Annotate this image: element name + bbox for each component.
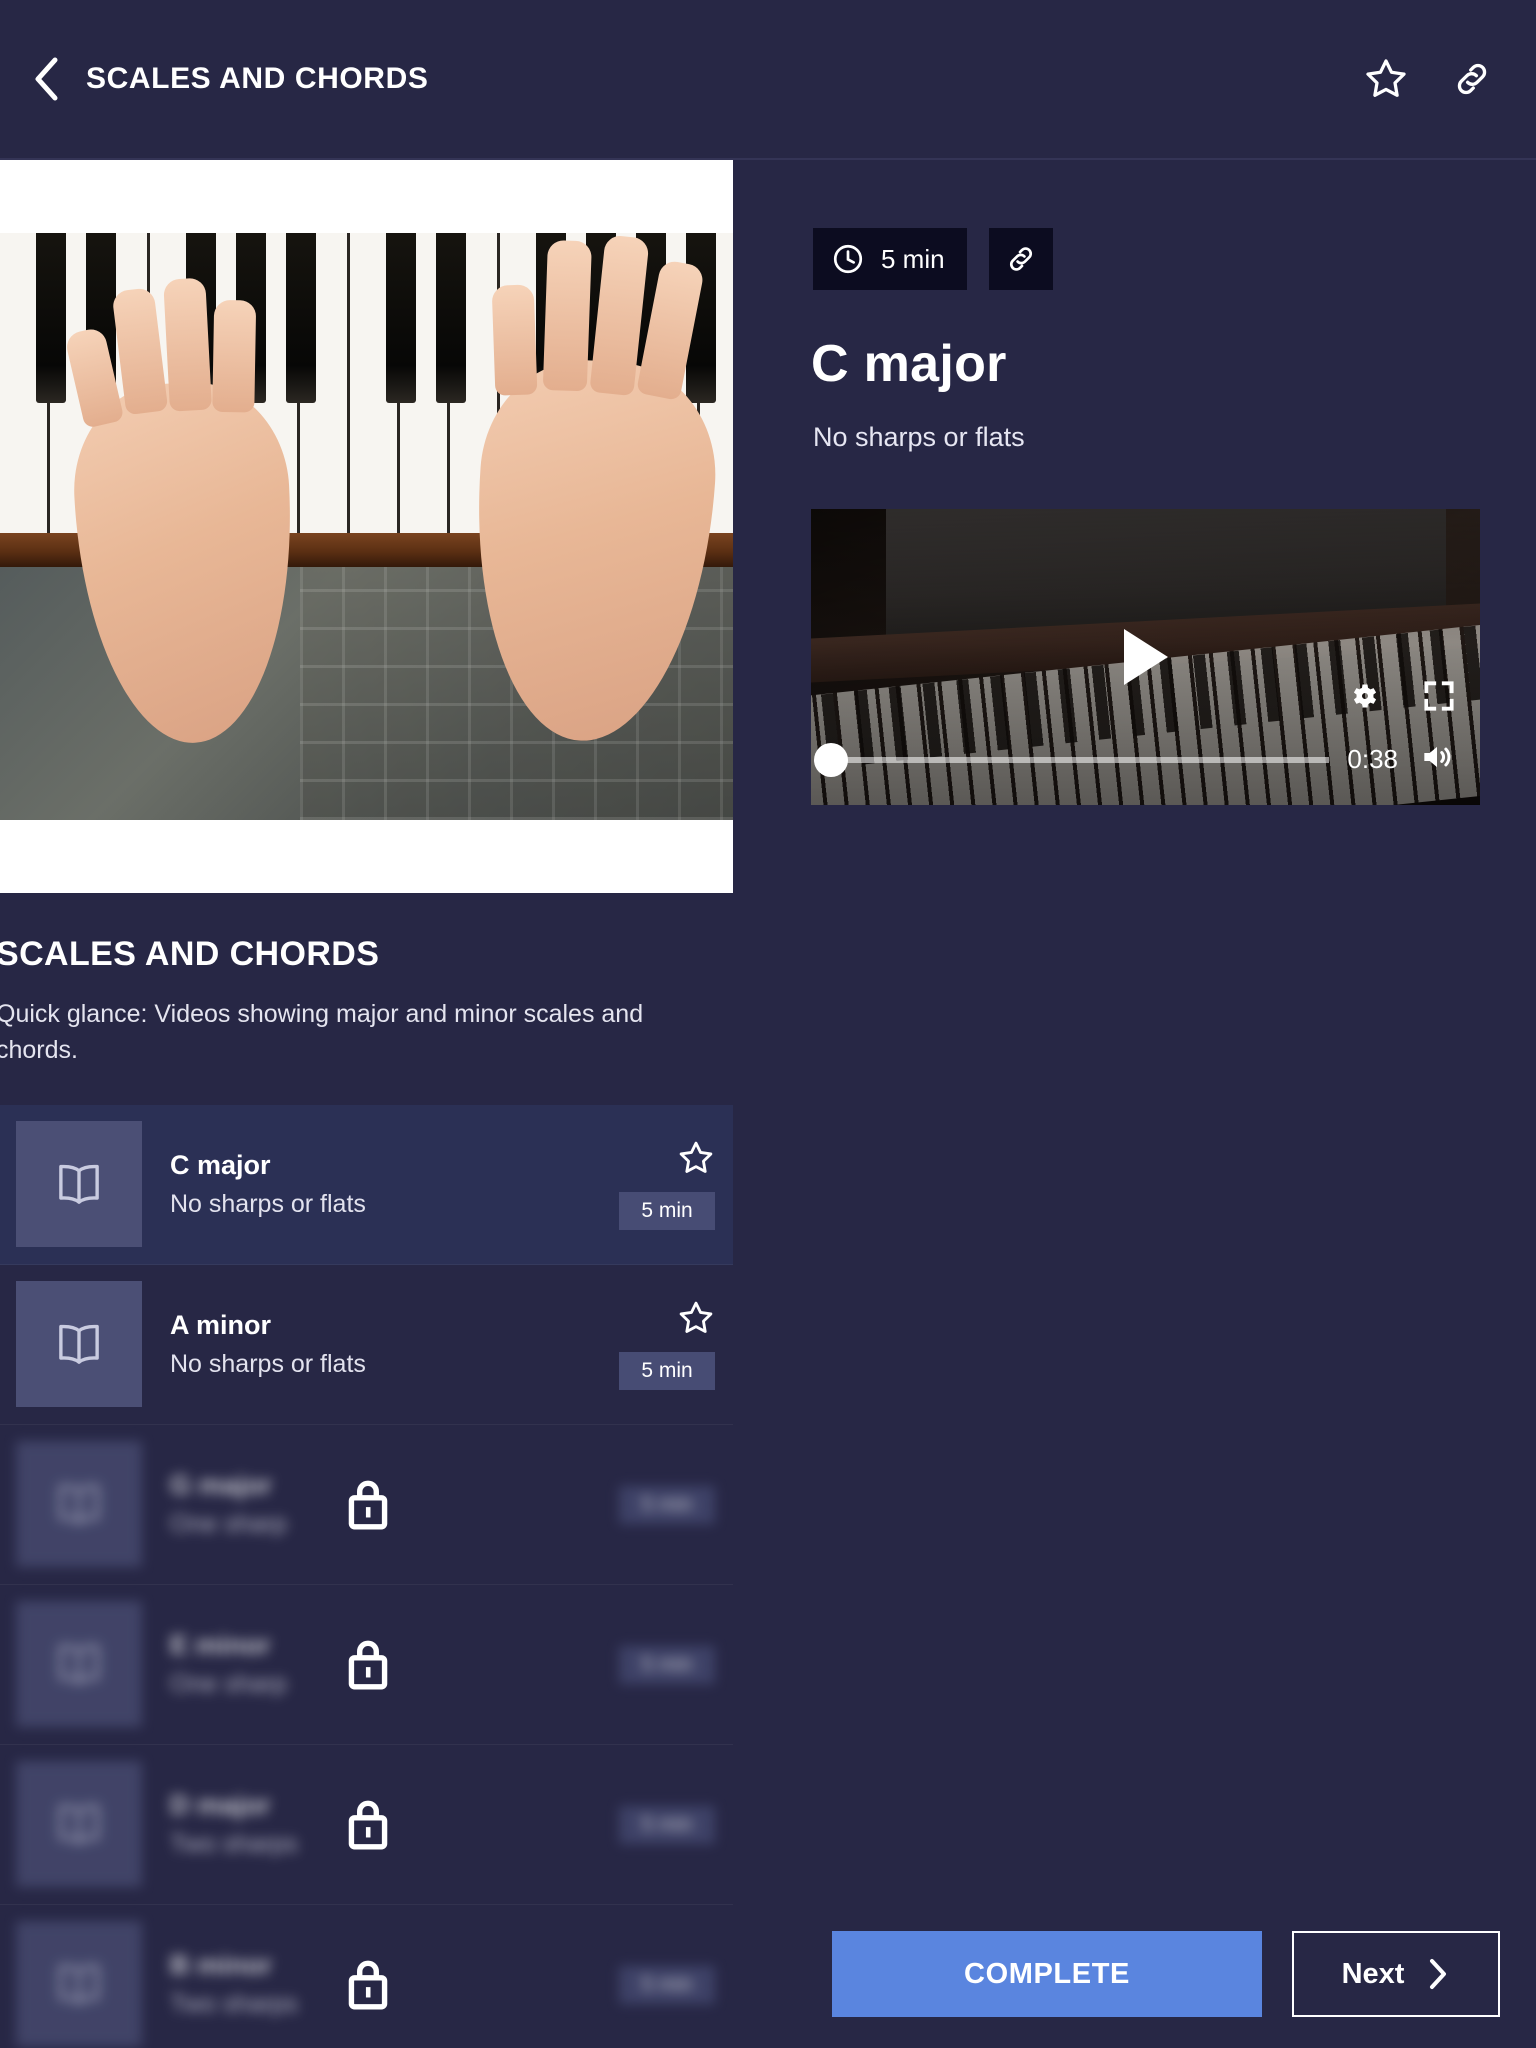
lesson-meta: 5 min [619,1105,715,1265]
list-item[interactable]: C major No sharps or flats 5 min [0,1104,733,1265]
lesson-meta: 5 min [619,1425,715,1585]
volume-icon [1424,746,1451,768]
footer-actions: COMPLETE Next [733,1900,1536,2048]
star-icon [679,1301,713,1333]
video-controls-top [1346,677,1458,720]
fullscreen-icon [1424,681,1454,711]
book-icon [59,1644,99,1684]
lesson-list: C major No sharps or flats 5 min A minor… [0,1104,733,2048]
duration-chip: 5 min [813,228,967,290]
clock-icon [833,244,863,274]
book-icon [59,1964,99,2004]
book-icon [59,1804,99,1844]
video-progress-handle[interactable] [814,742,848,777]
lesson-thumbnail [16,1121,142,1247]
duration-chip-label: 5 min [881,243,945,274]
complete-button[interactable]: COMPLETE [832,1931,1262,2017]
lock-icon [348,1480,388,1530]
piano-hands-photo [0,233,733,820]
lock-icon [348,1640,388,1690]
lesson-meta: 5 min [619,1265,715,1425]
lesson-thumbnail [16,1281,142,1407]
play-icon[interactable] [1123,629,1168,685]
top-app-bar: SCALES AND CHORDS [0,0,1536,160]
lock-icon [348,1800,388,1850]
lesson-favorite-button[interactable] [677,1139,715,1182]
lesson-meta: 5 min [619,1585,715,1745]
duration-badge: 5 min [619,1645,715,1684]
copy-link-button[interactable] [988,228,1053,290]
lock-indicator [340,1953,396,2015]
duration-badge: 5 min [619,1965,715,2004]
lesson-thumbnail [16,1441,142,1567]
duration-badge: 5 min [619,1192,715,1230]
list-item-locked[interactable]: D major Two sharps 5 min [0,1745,733,1905]
video-time: 0:38 [1347,744,1398,774]
duration-badge: 5 min [619,1352,715,1390]
hero-image [0,160,733,893]
chevron-left-icon [35,57,58,101]
book-icon [59,1324,99,1364]
lock-indicator [340,1473,396,1535]
lesson-favorite-button[interactable] [677,1299,715,1342]
link-icon [1009,247,1032,271]
top-bar-actions [1358,51,1500,107]
right-detail-column: 5 min C major No sharps or flats 0:38 CO… [733,160,1536,2048]
gear-icon [1353,684,1377,708]
list-item-locked[interactable]: B minor Two sharps 5 min [0,1905,733,2048]
lesson-thumbnail [16,1601,142,1727]
list-item-locked[interactable]: G major One sharp 5 min [0,1425,733,1585]
section-description: Quick glance: Videos showing major and m… [0,1000,644,1065]
share-link-button[interactable] [1444,51,1500,107]
video-settings-button[interactable] [1346,677,1384,720]
lesson-meta: 5 min [619,1745,715,1905]
video-volume-button[interactable] [1416,738,1458,781]
duration-badge: 5 min [619,1805,715,1844]
lesson-thumbnail [16,1921,142,2047]
lesson-thumbnail [16,1761,142,1887]
left-content-column: SCALES AND CHORDS Quick glance: Videos s… [0,160,733,2048]
duration-badge: 5 min [619,1485,715,1524]
section-title: SCALES AND CHORDS [0,935,380,973]
video-player[interactable]: 0:38 [811,509,1480,805]
book-icon [59,1164,99,1204]
detail-chip-row: 5 min [813,228,1536,290]
lesson-detail-screen: SCALES AND CHORDS SCALES AND CHORDS Quic… [0,0,1536,2048]
lock-indicator [340,1633,396,1695]
lesson-meta: 5 min [619,1905,715,2048]
lock-indicator [340,1793,396,1855]
detail-subtitle: No sharps or flats [813,422,1025,452]
next-button-label: Next [1341,1957,1405,1990]
list-item[interactable]: A minor No sharps or flats 5 min [0,1265,733,1425]
back-button[interactable] [18,50,76,108]
video-progress-bar[interactable] [814,742,1330,777]
book-icon [59,1484,99,1524]
star-icon [679,1141,713,1173]
lock-icon [348,1960,388,2010]
detail-title: C major [811,335,1007,393]
link-icon [1457,63,1487,95]
video-fullscreen-button[interactable] [1420,677,1458,720]
chevron-right-icon [1430,1959,1447,1989]
star-icon [1366,59,1406,97]
video-controls-bottom: 0:38 [811,738,1480,781]
page-title: SCALES AND CHORDS [86,62,429,95]
next-button[interactable]: Next [1292,1931,1500,2017]
favorite-button[interactable] [1358,51,1414,107]
list-item-locked[interactable]: E minor One sharp 5 min [0,1585,733,1745]
